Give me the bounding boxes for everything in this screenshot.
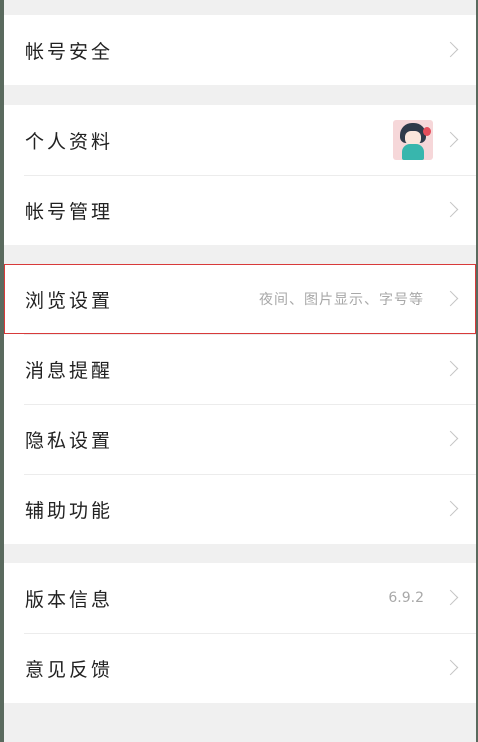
version-number: 6.9.2 [388, 590, 424, 606]
section-gap [4, 245, 476, 264]
account-security-row[interactable]: 帐号安全 [4, 15, 476, 85]
browse-settings-hint: 夜间、图片显示、字号等 [259, 292, 424, 308]
chevron-right-icon [442, 290, 459, 307]
accessibility-label: 辅助功能 [25, 499, 114, 522]
account-management-label: 帐号管理 [25, 200, 114, 223]
feedback-label: 意见反馈 [25, 658, 114, 681]
chevron-right-icon [442, 131, 459, 148]
group-account: 个人资料 帐号管理 [4, 105, 476, 245]
browse-settings-label: 浏览设置 [25, 289, 114, 312]
accessibility-row[interactable]: 辅助功能 [4, 474, 476, 544]
chevron-right-icon [442, 41, 459, 58]
group-about: 版本信息 6.9.2 意见反馈 [4, 563, 476, 703]
settings-panel: 帐号安全 个人资料 帐号管理 浏览设置 夜间、图片显示、字号等 消息提醒 隐私设… [4, 0, 476, 742]
feedback-row[interactable]: 意见反馈 [4, 633, 476, 703]
browse-settings-row[interactable]: 浏览设置 夜间、图片显示、字号等 [4, 264, 476, 334]
group-preferences: 浏览设置 夜间、图片显示、字号等 消息提醒 隐私设置 辅助功能 [4, 264, 476, 544]
chevron-right-icon [442, 201, 459, 218]
chevron-right-icon [442, 430, 459, 447]
section-gap [4, 0, 476, 15]
group-security: 帐号安全 [4, 15, 476, 85]
account-security-label: 帐号安全 [25, 40, 114, 63]
version-info-row[interactable]: 版本信息 6.9.2 [4, 563, 476, 633]
chevron-right-icon [442, 360, 459, 377]
account-management-row[interactable]: 帐号管理 [4, 175, 476, 245]
chevron-right-icon [442, 500, 459, 517]
version-info-label: 版本信息 [25, 588, 114, 611]
profile-row[interactable]: 个人资料 [4, 105, 476, 175]
privacy-settings-row[interactable]: 隐私设置 [4, 404, 476, 474]
avatar [393, 120, 433, 160]
section-gap [4, 85, 476, 105]
privacy-settings-label: 隐私设置 [25, 429, 114, 452]
message-reminders-row[interactable]: 消息提醒 [4, 334, 476, 404]
message-reminders-label: 消息提醒 [25, 359, 114, 382]
chevron-right-icon [442, 659, 459, 676]
section-gap [4, 544, 476, 563]
profile-label: 个人资料 [25, 130, 114, 153]
chevron-right-icon [442, 589, 459, 606]
